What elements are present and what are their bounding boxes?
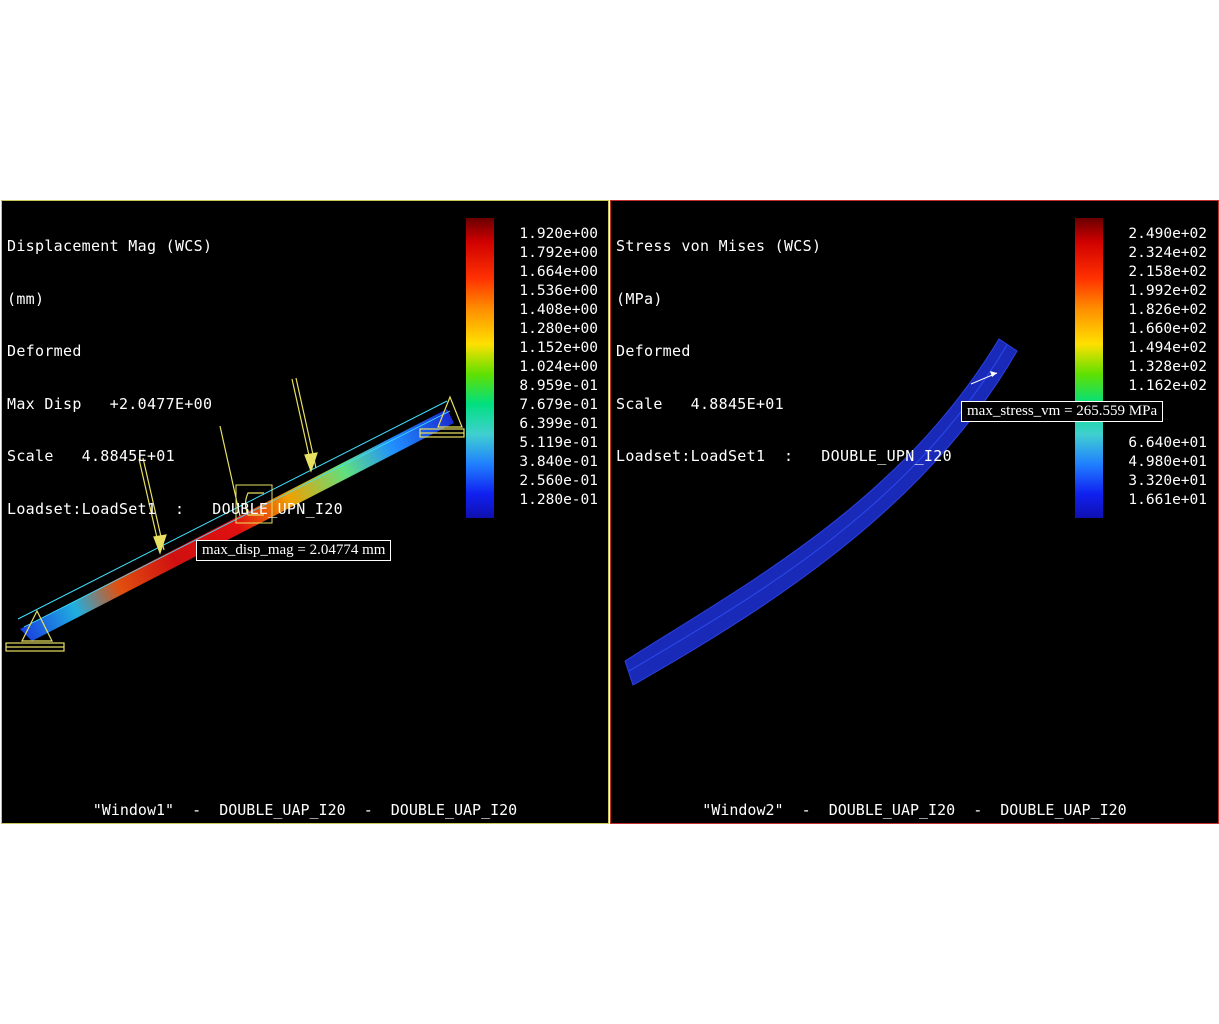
- legend-value: 2.490e+02: [1128, 226, 1207, 242]
- legend-value: 1.826e+02: [1128, 302, 1207, 318]
- result-scale: Scale 4.8845E+01: [7, 447, 175, 465]
- displacement-info-header: Displacement Mag (WCS) (mm) Deformed Max…: [7, 203, 343, 553]
- result-mode: Deformed: [7, 342, 82, 360]
- legend-value: 1.328e+02: [1128, 359, 1207, 375]
- result-mode: Deformed: [616, 342, 691, 360]
- legend-value: 1.920e+00: [519, 226, 598, 242]
- result-units: (mm): [7, 289, 45, 308]
- stress-info-header: Stress von Mises (WCS) (MPa) Deformed Sc…: [616, 203, 952, 501]
- displacement-colorbar: [466, 218, 494, 518]
- legend-value: 6.399e-01: [519, 416, 598, 432]
- legend-value: 1.536e+00: [519, 283, 598, 299]
- legend-value: 1.792e+00: [519, 245, 598, 261]
- legend-value: 6.640e+01: [1128, 435, 1207, 451]
- max-disp-callout: max_disp_mag = 2.04774 mm: [196, 540, 392, 561]
- stress-colorbar: [1075, 218, 1103, 518]
- legend-value: 7.679e-01: [519, 397, 598, 413]
- legend-value: 1.494e+02: [1128, 340, 1207, 356]
- stress-viewport[interactable]: Stress von Mises (WCS) (MPa) Deformed Sc…: [610, 200, 1219, 824]
- legend-value: 1.152e+00: [519, 340, 598, 356]
- legend-value: 1.664e+00: [519, 264, 598, 280]
- window2-footer: "Window2" - DOUBLE_UAP_I20 - DOUBLE_UAP_…: [702, 801, 1127, 819]
- legend-value: 1.660e+02: [1128, 321, 1207, 337]
- legend-value: 2.158e+02: [1128, 264, 1207, 280]
- displacement-viewport[interactable]: Displacement Mag (WCS) (mm) Deformed Max…: [1, 200, 609, 824]
- stress-legend: 2.490e+02 2.324e+02 2.158e+02 1.992e+02 …: [1107, 225, 1207, 510]
- window1-footer: "Window1" - DOUBLE_UAP_I20 - DOUBLE_UAP_…: [92, 801, 518, 819]
- result-max-disp: Max Disp +2.0477E+00: [7, 394, 213, 413]
- legend-value: 1.162e+02: [1128, 378, 1207, 394]
- result-title: Displacement Mag (WCS): [7, 237, 213, 255]
- result-scale: Scale 4.8845E+01: [616, 394, 784, 413]
- legend-value: 3.320e+01: [1128, 473, 1207, 489]
- result-loadset: Loadset:LoadSet1 : DOUBLE_UPN_I20: [616, 447, 952, 465]
- max-stress-callout: max_stress_vm = 265.559 MPa: [961, 401, 1164, 422]
- legend-value: 8.959e-01: [519, 378, 598, 394]
- legend-value: 3.840e-01: [519, 454, 598, 470]
- legend-value: 1.024e+00: [519, 359, 598, 375]
- result-loadset: Loadset:LoadSet1 : DOUBLE_UPN_I20: [7, 499, 343, 518]
- legend-value: 4.980e+01: [1128, 454, 1207, 470]
- legend-value: 1.408e+00: [519, 302, 598, 318]
- legend-value: 2.560e-01: [519, 473, 598, 489]
- legend-value: 1.992e+02: [1128, 283, 1207, 299]
- legend-value: 1.661e+01: [1128, 492, 1207, 508]
- displacement-legend: 1.920e+00 1.792e+00 1.664e+00 1.536e+00 …: [498, 225, 598, 510]
- legend-value: 1.280e+00: [519, 321, 598, 337]
- result-title: Stress von Mises (WCS): [616, 237, 822, 255]
- legend-value: 5.119e-01: [519, 435, 598, 451]
- result-units: (MPa): [616, 289, 663, 308]
- legend-value: 1.280e-01: [519, 492, 598, 508]
- legend-value: 2.324e+02: [1128, 245, 1207, 261]
